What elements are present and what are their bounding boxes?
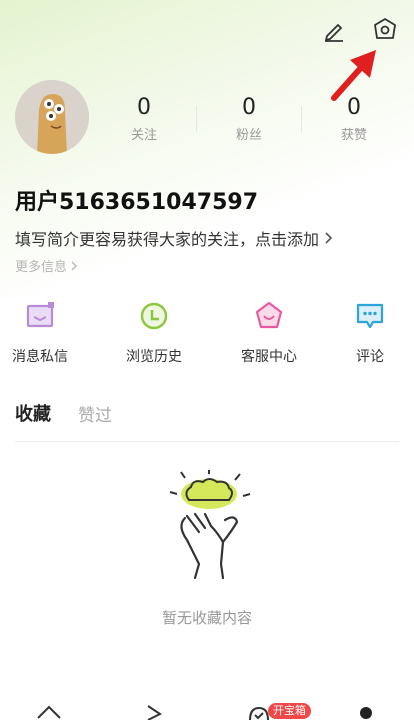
- quick-action-history[interactable]: 浏览历史: [114, 300, 194, 366]
- tab-liked[interactable]: 赞过: [78, 401, 112, 426]
- chevron-right-icon: [71, 260, 78, 271]
- username: 用户5163651047597: [15, 190, 258, 215]
- more-info-text: 更多信息: [15, 260, 68, 275]
- quick-action-comments-label: 评论: [356, 349, 384, 365]
- settings-button[interactable]: [369, 14, 401, 46]
- divider: [301, 105, 302, 132]
- bottom-navigation: 开宝箱: [0, 690, 414, 720]
- stat-fans[interactable]: 0 粉丝: [209, 94, 289, 143]
- treasure-box-badge[interactable]: 开宝箱: [268, 703, 311, 719]
- tabs-divider: [15, 441, 399, 442]
- play-icon[interactable]: [144, 704, 164, 720]
- empty-state-text: 暂无收藏内容: [161, 609, 252, 627]
- task-check-icon[interactable]: [248, 706, 270, 720]
- pencil-icon: [325, 24, 343, 42]
- stat-following[interactable]: 0 关注: [104, 94, 184, 143]
- quick-action-comments[interactable]: 评论: [330, 300, 410, 366]
- stat-fans-value: 0: [242, 95, 256, 120]
- bio-prompt-text: 填写简介更容易获得大家的关注，点击添加: [15, 230, 320, 249]
- stat-fans-label: 粉丝: [235, 128, 262, 143]
- quick-action-customer-service-label: 客服中心: [241, 349, 297, 365]
- avatar-illustration-icon: [15, 80, 89, 154]
- quick-action-history-label: 浏览历史: [126, 349, 182, 365]
- chevron-right-icon: [325, 232, 333, 244]
- customer-service-icon: [255, 301, 283, 329]
- stat-following-value: 0: [137, 95, 151, 120]
- bio-prompt-link[interactable]: 填写简介更容易获得大家的关注，点击添加: [15, 226, 333, 250]
- empty-hand-cloud-icon: [169, 470, 251, 580]
- message-icon: [26, 302, 54, 328]
- avatar[interactable]: [15, 80, 89, 154]
- stats-row: 0 关注 0 粉丝 0 获赞: [104, 94, 394, 143]
- tab-favorites[interactable]: 收藏: [15, 400, 51, 426]
- stat-likes-label: 获赞: [340, 128, 367, 143]
- hexagon-settings-icon: [374, 18, 396, 39]
- quick-action-messages-label: 消息私信: [12, 349, 68, 365]
- stat-following-label: 关注: [130, 128, 157, 143]
- stat-likes-value: 0: [347, 95, 361, 120]
- history-clock-icon: [140, 302, 168, 330]
- profile-icon[interactable]: [358, 706, 374, 720]
- quick-action-messages[interactable]: 消息私信: [0, 300, 80, 366]
- divider: [196, 105, 197, 132]
- edit-profile-button[interactable]: [318, 14, 350, 46]
- home-icon[interactable]: [36, 704, 62, 720]
- more-info-link[interactable]: 更多信息: [15, 256, 78, 275]
- stat-likes[interactable]: 0 获赞: [314, 94, 394, 143]
- comment-icon: [356, 303, 384, 329]
- quick-action-customer-service[interactable]: 客服中心: [229, 300, 309, 366]
